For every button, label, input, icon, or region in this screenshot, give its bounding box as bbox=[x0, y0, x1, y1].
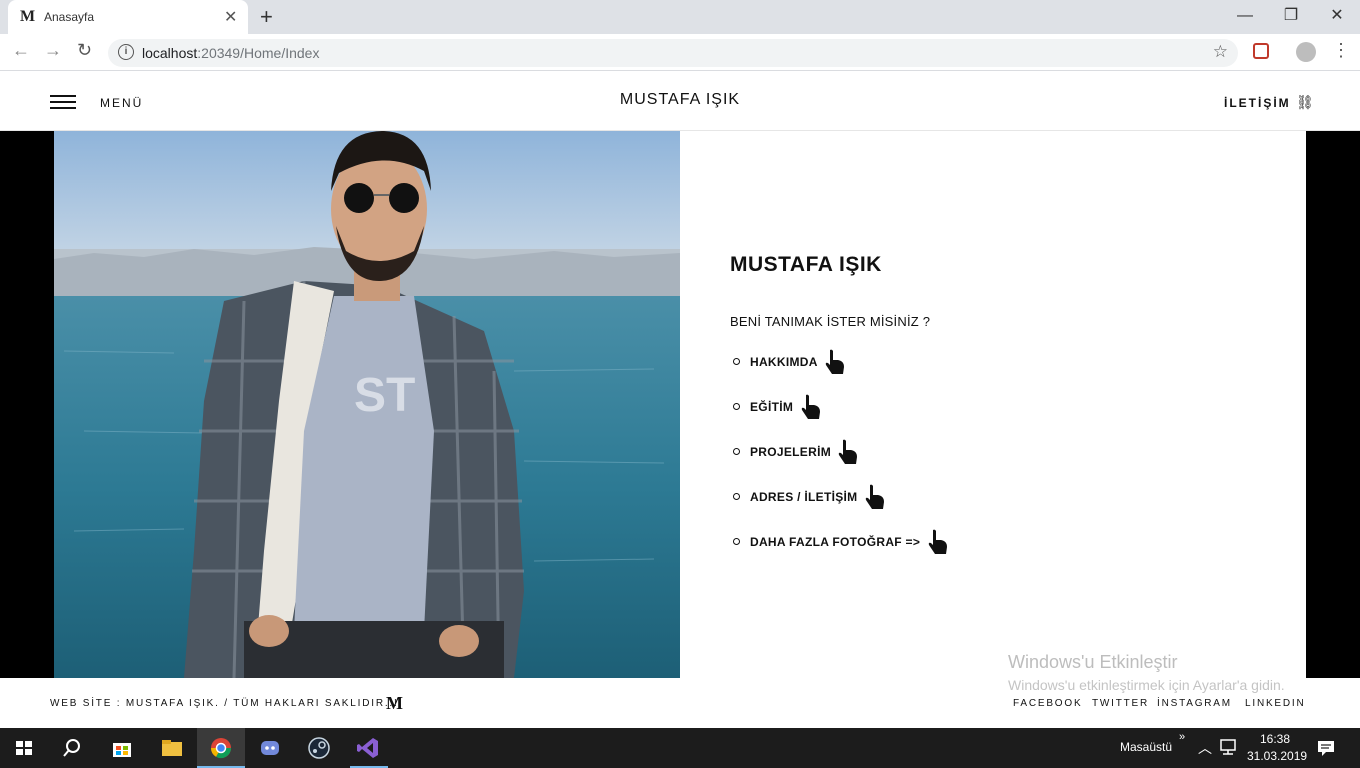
bullet bbox=[733, 538, 740, 545]
back-icon[interactable]: ← bbox=[12, 40, 30, 61]
pointing-hand-icon bbox=[865, 484, 884, 509]
window-close-icon[interactable]: ✕ bbox=[1314, 4, 1360, 30]
windows-taskbar: Masaüstü » ︿ 16:38 31.03.2019 bbox=[0, 728, 1360, 768]
extension-icon[interactable] bbox=[1253, 43, 1269, 59]
clock-time[interactable]: 16:38 bbox=[1260, 732, 1290, 746]
forward-icon[interactable]: → bbox=[44, 40, 62, 61]
search-icon[interactable] bbox=[58, 734, 86, 762]
profile-name: MUSTAFA IŞIK bbox=[730, 253, 882, 276]
site-info-icon[interactable]: i bbox=[118, 44, 134, 60]
pointing-hand-icon bbox=[801, 394, 820, 419]
hero-section: ST MUSTAFA IŞIK BENİ TANIMAK İSTER MİSİN… bbox=[0, 131, 1360, 678]
activation-watermark-title: Windows'u Etkinleştir bbox=[1008, 652, 1178, 672]
activation-watermark-subtitle: Windows'u etkinleştirmek için Ayarlar'a … bbox=[1008, 677, 1285, 693]
link-label[interactable]: HAKKIMDA bbox=[750, 355, 818, 369]
network-icon[interactable] bbox=[1218, 736, 1240, 758]
chrome-icon[interactable] bbox=[207, 734, 235, 762]
intro-question: BENİ TANIMAK İSTER MİSİNİZ ? bbox=[730, 314, 931, 329]
address-bar[interactable]: i localhost:20349/Home/Index ☆ bbox=[108, 39, 1238, 67]
steam-icon[interactable] bbox=[305, 734, 333, 762]
desktop-toolbar-label[interactable]: Masaüstü bbox=[1120, 740, 1172, 754]
browser-menu-icon[interactable]: ⋮ bbox=[1332, 40, 1350, 61]
reload-icon[interactable]: ↻ bbox=[77, 40, 92, 61]
twitter-link[interactable]: TWITTER bbox=[1092, 698, 1149, 709]
new-tab-icon[interactable]: + bbox=[260, 4, 273, 30]
bullet bbox=[733, 358, 740, 365]
bookmark-star-icon[interactable]: ☆ bbox=[1213, 42, 1228, 62]
profile-avatar-icon[interactable] bbox=[1296, 42, 1316, 62]
instagram-link[interactable]: İNSTAGRAM bbox=[1157, 698, 1232, 709]
bullet bbox=[733, 448, 740, 455]
tab-favicon: M bbox=[20, 8, 36, 25]
copyright-text: WEB SİTE : MUSTAFA IŞIK. / TÜM HAKLARI S… bbox=[50, 698, 399, 709]
contact-link[interactable]: İLETİŞİM bbox=[1224, 96, 1291, 110]
link-label[interactable]: EĞİTİM bbox=[750, 400, 793, 414]
intro-panel: MUSTAFA IŞIK BENİ TANIMAK İSTER MİSİNİZ … bbox=[680, 131, 1306, 678]
restore-icon[interactable]: ❐ bbox=[1268, 4, 1314, 30]
link-more-photos[interactable]: DAHA FAZLA FOTOĞRAF => bbox=[730, 529, 949, 574]
link-projelerim[interactable]: PROJELERİM bbox=[730, 439, 949, 484]
store-icon[interactable] bbox=[108, 734, 136, 762]
site-header: MENÜ MUSTAFA IŞIK İLETİŞİM ⛓ bbox=[0, 71, 1360, 131]
facebook-link[interactable]: FACEBOOK bbox=[1013, 698, 1082, 709]
site-brand[interactable]: MUSTAFA IŞIK bbox=[0, 91, 1360, 109]
link-adres-iletisim[interactable]: ADRES / İLETİŞİM bbox=[730, 484, 949, 529]
footer-logo: M bbox=[386, 693, 403, 713]
link-label[interactable]: ADRES / İLETİŞİM bbox=[750, 490, 857, 504]
windows-start-icon[interactable] bbox=[10, 734, 38, 762]
bullet bbox=[733, 493, 740, 500]
browser-tab[interactable]: M Anasayfa ✕ bbox=[8, 0, 248, 34]
discord-icon[interactable] bbox=[256, 734, 284, 762]
link-hakkimda[interactable]: HAKKIMDA bbox=[730, 349, 949, 394]
pointing-hand-icon bbox=[825, 349, 845, 374]
minimize-icon[interactable]: — bbox=[1222, 4, 1268, 30]
profile-photo: ST bbox=[54, 131, 680, 678]
browser-toolbar: ← → ↻ i localhost:20349/Home/Index ☆ bbox=[0, 34, 1360, 71]
clock-date[interactable]: 31.03.2019 bbox=[1247, 749, 1307, 763]
linkedin-link[interactable]: LINKEDIN bbox=[1245, 698, 1306, 709]
toolbar-expand-chevron[interactable]: » bbox=[1179, 731, 1185, 743]
bullet bbox=[733, 403, 740, 410]
url-text: localhost:20349/Home/Index bbox=[142, 45, 320, 61]
pointing-hand-icon bbox=[928, 529, 947, 554]
close-tab-icon[interactable]: ✕ bbox=[224, 7, 237, 27]
notifications-icon[interactable] bbox=[1314, 736, 1338, 760]
visual-studio-icon[interactable] bbox=[354, 734, 382, 762]
link-label[interactable]: PROJELERİM bbox=[750, 445, 831, 459]
pointing-hand-icon bbox=[839, 439, 858, 464]
link-icon[interactable]: ⛓ bbox=[1296, 94, 1314, 111]
file-explorer-icon[interactable] bbox=[158, 734, 186, 762]
section-links: HAKKIMDA EĞİTİM PROJELERİM ADRES / İLETİ… bbox=[730, 349, 949, 574]
browser-tab-strip: M Anasayfa ✕ + — ❐ ✕ bbox=[0, 0, 1360, 34]
link-egitim[interactable]: EĞİTİM bbox=[730, 394, 949, 439]
svg-text:ST: ST bbox=[354, 369, 415, 422]
tray-overflow-icon[interactable]: ︿ bbox=[1198, 738, 1212, 758]
tab-title: Anasayfa bbox=[44, 10, 95, 24]
link-label[interactable]: DAHA FAZLA FOTOĞRAF => bbox=[750, 535, 920, 549]
